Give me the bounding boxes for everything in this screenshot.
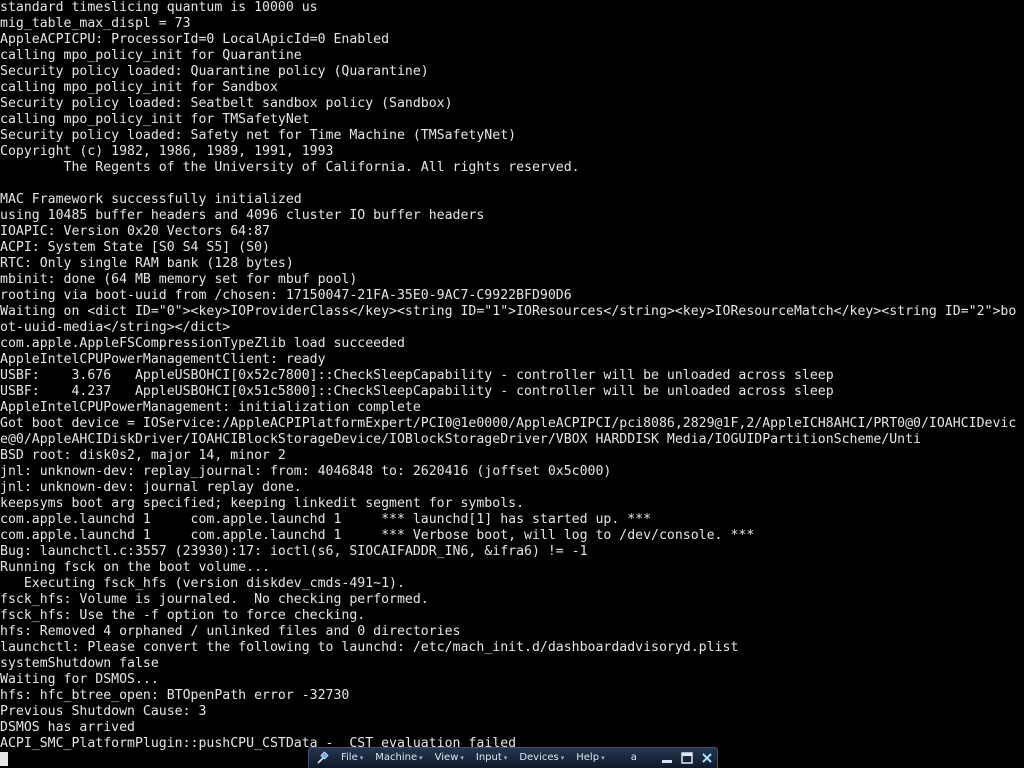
console-line: com.apple.launchd 1 com.apple.launchd 1 …	[0, 528, 755, 543]
console-line: USBF: 4.237 AppleUSBOHCI[0x51c5800]::Che…	[0, 384, 834, 399]
console-line: AppleIntelCPUPowerManagement: initializa…	[0, 400, 421, 415]
console-line: keepsyms boot arg specified; keeping lin…	[0, 496, 525, 511]
console-line: com.apple.launchd 1 com.apple.launchd 1 …	[0, 512, 652, 527]
console-line: using 10485 buffer headers and 4096 clus…	[0, 208, 485, 223]
console-line: RTC: Only single RAM bank (128 bytes)	[0, 256, 294, 271]
console-line: The Regents of the University of Califor…	[0, 160, 580, 175]
console-line: Security policy loaded: Safety net for T…	[0, 128, 517, 143]
restore-icon[interactable]	[677, 748, 697, 768]
vm-mini-toolbar: File ▾ Machine ▾ View ▾ Input ▾ Devices ▾ Hel…	[308, 747, 718, 768]
menu-view[interactable]: View ▾	[429, 748, 470, 768]
console-line: calling mpo_policy_init for Quarantine	[0, 48, 302, 63]
console-line: jnl: unknown-dev: journal replay done.	[0, 480, 302, 495]
menu-help[interactable]: Help ▾	[570, 748, 610, 768]
console-line: Previous Shutdown Cause: 3	[0, 704, 207, 719]
console-line: Executing fsck_hfs (version diskdev_cmds…	[0, 576, 405, 591]
console-line: Waiting on <dict ID="0"><key>IOProviderC…	[0, 304, 1017, 319]
console-line: launchctl: Please convert the following …	[0, 640, 739, 655]
console-line: fsck_hfs: Volume is journaled. No checki…	[0, 592, 429, 607]
console-line: com.apple.AppleFSCompressionTypeZlib loa…	[0, 336, 405, 351]
vm-title: a	[630, 752, 637, 763]
console-line: standard timeslicing quantum is 10000 us	[0, 0, 318, 15]
console-line: calling mpo_policy_init for TMSafetyNet	[0, 112, 310, 127]
console-line: calling mpo_policy_init for Sandbox	[0, 80, 278, 95]
console-line: ACPI: System State [S0 S4 S5] (S0)	[0, 240, 270, 255]
console-line: e@0/AppleAHCIDiskDriver/IOAHCIBlockStora…	[0, 432, 921, 447]
console-line: jnl: unknown-dev: replay_journal: from: …	[0, 464, 612, 479]
console-line: fsck_hfs: Use the -f option to force che…	[0, 608, 366, 623]
console-line: mig_table_max_displ = 73	[0, 16, 191, 31]
console-line: MAC Framework successfully initialized	[0, 192, 302, 207]
menu-machine[interactable]: Machine ▾	[369, 748, 428, 768]
menu-input[interactable]: Input ▾	[470, 748, 513, 768]
console-line: DSMOS has arrived	[0, 720, 135, 735]
console-line: Got boot device = IOService:/AppleACPIPl…	[0, 416, 1017, 431]
close-icon[interactable]	[697, 748, 717, 768]
console-line: Waiting for DSMOS...	[0, 672, 159, 687]
console-line: hfs: Removed 4 orphaned / unlinked files…	[0, 624, 461, 639]
text-cursor	[0, 752, 8, 766]
console-line: AppleACPICPU: ProcessorId=0 LocalApicId=…	[0, 32, 390, 47]
minimize-icon[interactable]	[657, 748, 677, 768]
console-line: ot-uuid-media</string></dict>	[0, 320, 231, 335]
console-line: systemShutdown false	[0, 656, 159, 671]
console-line: hfs: hfc_btree_open: BTOpenPath error -3…	[0, 688, 350, 703]
console-line: AppleIntelCPUPowerManagementClient: read…	[0, 352, 326, 367]
console-line: USBF: 3.676 AppleUSBOHCI[0x52c7800]::Che…	[0, 368, 834, 383]
vm-screen: standard timeslicing quantum is 10000 us…	[0, 0, 1024, 768]
console-line: rooting via boot-uuid from /chosen: 1715…	[0, 288, 572, 303]
pin-icon[interactable]	[311, 748, 335, 768]
console-line: Running fsck on the boot volume...	[0, 560, 270, 575]
console-line: Bug: launchctl.c:3557 (23930):17: ioctl(…	[0, 544, 588, 559]
console-line: Copyright (c) 1982, 1986, 1989, 1991, 19…	[0, 144, 334, 159]
console-line: Security policy loaded: Seatbelt sandbox…	[0, 96, 453, 111]
console-line: IOAPIC: Version 0x20 Vectors 64:87	[0, 224, 270, 239]
console-line: mbinit: done (64 MB memory set for mbuf …	[0, 272, 358, 287]
console-line: Security policy loaded: Quarantine polic…	[0, 64, 429, 79]
console-line: BSD root: disk0s2, major 14, minor 2	[0, 448, 286, 463]
menu-file[interactable]: File ▾	[335, 748, 369, 768]
boot-console: standard timeslicing quantum is 10000 us…	[0, 0, 1024, 752]
menu-devices[interactable]: Devices ▾	[513, 748, 570, 768]
